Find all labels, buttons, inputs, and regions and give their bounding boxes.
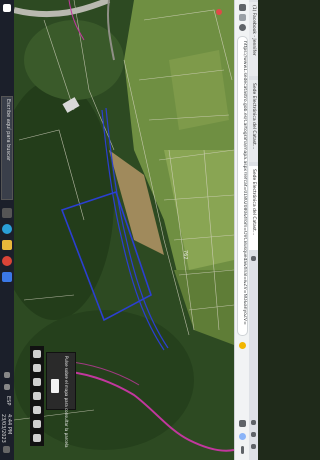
edge-browser-icon[interactable] (2, 224, 12, 234)
window-maximize-button[interactable] (251, 432, 256, 437)
address-bar[interactable]: https://www1.sedecatastro.gob.es/Cartogr… (237, 36, 248, 336)
tab-facebook-title: (1) Facebook - Jennifer (251, 5, 256, 56)
file-explorer-icon[interactable] (2, 240, 12, 250)
volume-icon (4, 384, 10, 390)
map-info-panel-text: Pulse sobre el mapa para consultar la pa… (64, 356, 69, 448)
new-tab-button[interactable] (251, 256, 256, 261)
info-icon[interactable] (33, 420, 41, 428)
browser-forward-icon[interactable] (239, 14, 246, 21)
profile-avatar[interactable] (239, 433, 246, 440)
notification-icon[interactable] (3, 446, 10, 453)
taskbar-clock-date[interactable]: 23/03/2023 (0, 414, 6, 443)
measure-icon[interactable] (33, 392, 41, 400)
taskbar: Escribe aquí para buscar ESP 4:44 PM 23/… (0, 0, 14, 460)
tab-facebook[interactable]: (1) Facebook - Jennifer (249, 2, 258, 76)
zoom-out-icon[interactable] (33, 364, 41, 372)
tab-catastro-2[interactable]: Sede Electrónica del Catast... (249, 166, 258, 250)
store-icon[interactable] (2, 272, 12, 282)
task-view-icon[interactable] (2, 208, 12, 218)
map-toolbar (30, 346, 44, 446)
taskbar-language[interactable]: ESP (5, 396, 11, 405)
chrome-icon[interactable] (2, 256, 12, 266)
taskbar-search-box[interactable]: Escribe aquí para buscar (1, 96, 13, 200)
taskbar-clock-time[interactable]: 4:44 PM (6, 414, 12, 434)
taskbar-search-placeholder: Escribe aquí para buscar (5, 99, 11, 161)
tab-strip: (1) Facebook - Jennifer Sede Electrónica… (249, 0, 258, 460)
print-icon[interactable] (33, 406, 41, 414)
tab-catastro-2-title: Sede Electrónica del Catast... (251, 169, 256, 236)
zoom-in-icon[interactable] (33, 350, 41, 358)
home-icon[interactable] (33, 434, 41, 442)
cadastral-map[interactable]: 762 Pulse sobre el mapa para consultar l… (14, 0, 234, 460)
tab-catastro-1[interactable]: Sede Electrónica del Catast... (249, 80, 258, 162)
address-bar-url: https://www1.sedecatastro.gob.es/Cartogr… (242, 41, 247, 325)
window-close-button[interactable] (251, 444, 256, 449)
panel-close-button[interactable] (51, 379, 59, 393)
browser-menu-icon[interactable] (241, 446, 244, 454)
tab-catastro-1-title: Sede Electrónica del Catast... (251, 83, 256, 150)
window-minimize-button[interactable] (251, 420, 256, 425)
network-icon (4, 372, 10, 378)
map-info-panel: Pulse sobre el mapa para consultar la pa… (46, 352, 76, 447)
browser-window: https://www1.sedecatastro.gob.es/Cartogr… (234, 0, 258, 460)
browser-back-icon[interactable] (239, 4, 246, 11)
bookmark-star-icon[interactable] (239, 342, 246, 349)
browser-reload-icon[interactable] (239, 24, 246, 31)
windows-start-icon[interactable] (3, 4, 11, 12)
layers-icon[interactable] (33, 378, 41, 386)
extensions-icon[interactable] (239, 420, 246, 427)
